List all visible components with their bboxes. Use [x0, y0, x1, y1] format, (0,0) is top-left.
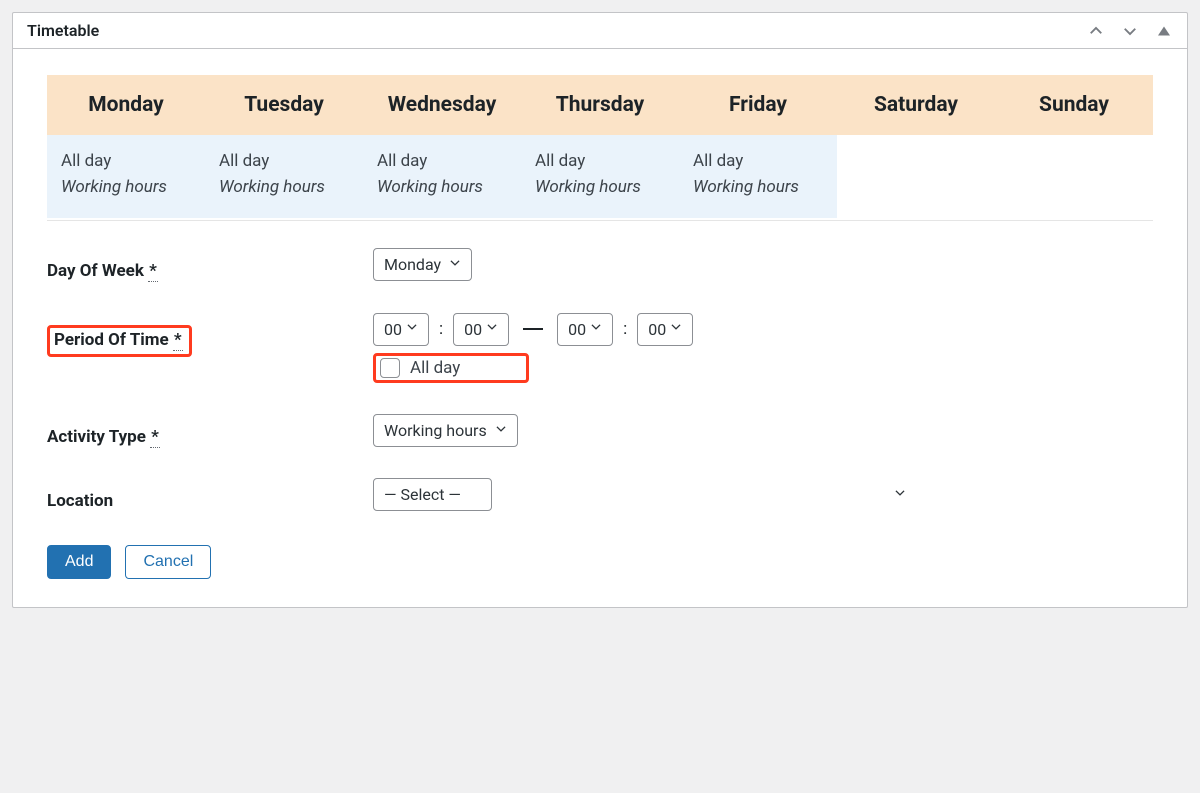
- tt-head: Monday: [47, 75, 205, 135]
- select-activity-type[interactable]: Working hours: [373, 421, 518, 440]
- timetable-grid: Monday All day Working hours Tuesday All…: [47, 75, 1153, 221]
- select-location[interactable]: — Select —: [373, 485, 917, 504]
- tt-cell-line2: Working hours: [535, 175, 665, 201]
- panel-header-controls: [1087, 22, 1173, 40]
- select-day-of-week[interactable]: Monday: [373, 255, 472, 274]
- tt-cell-line1: All day: [219, 149, 349, 175]
- select-value: Monday: [373, 248, 472, 281]
- tt-head: Tuesday: [205, 75, 363, 135]
- select-to-hour[interactable]: 00: [557, 320, 613, 339]
- label-period-of-time: Period Of Time *: [47, 319, 373, 357]
- tt-cell-line2: Working hours: [219, 175, 349, 201]
- row-activity-type: Activity Type * Working hours: [47, 421, 1153, 447]
- move-down-icon[interactable]: [1121, 22, 1139, 40]
- timetable-panel: Timetable Monday All day Working hours T…: [12, 12, 1188, 608]
- panel-header: Timetable: [13, 13, 1187, 49]
- tt-cell-line2: Working hours: [61, 175, 191, 201]
- all-day-checkbox[interactable]: [380, 358, 400, 378]
- form-buttons: Add Cancel: [47, 545, 1153, 579]
- tt-col-friday: Friday All day Working hours: [679, 75, 837, 218]
- label-location: Location: [47, 485, 373, 511]
- tt-col-saturday: Saturday: [837, 75, 995, 218]
- time-colon: :: [439, 319, 443, 339]
- tt-col-thursday: Thursday All day Working hours: [521, 75, 679, 218]
- tt-cell-empty[interactable]: [995, 135, 1153, 167]
- tt-cell[interactable]: All day Working hours: [679, 135, 837, 218]
- tt-cell-line2: Working hours: [377, 175, 507, 201]
- panel-body: Monday All day Working hours Tuesday All…: [13, 49, 1187, 607]
- time-colon: :: [623, 319, 627, 339]
- label-day-of-week: Day Of Week *: [47, 255, 373, 281]
- tt-cell-line1: All day: [693, 149, 823, 175]
- all-day-label: All day: [410, 358, 520, 378]
- tt-cell[interactable]: All day Working hours: [47, 135, 205, 218]
- row-period-of-time: Period Of Time * 00 : 00: [47, 319, 1153, 383]
- tt-head: Thursday: [521, 75, 679, 135]
- tt-cell[interactable]: All day Working hours: [363, 135, 521, 218]
- tt-col-monday: Monday All day Working hours: [47, 75, 205, 218]
- tt-head: Sunday: [995, 75, 1153, 135]
- tt-cell[interactable]: All day Working hours: [205, 135, 363, 218]
- select-to-minute[interactable]: 00: [637, 320, 693, 339]
- tt-cell-line1: All day: [61, 149, 191, 175]
- tt-col-tuesday: Tuesday All day Working hours: [205, 75, 363, 218]
- move-up-icon[interactable]: [1087, 22, 1105, 40]
- collapse-icon[interactable]: [1155, 22, 1173, 40]
- select-from-minute[interactable]: 00: [453, 320, 509, 339]
- tt-col-sunday: Sunday: [995, 75, 1153, 218]
- tt-cell-line2: Working hours: [693, 175, 823, 201]
- tt-cell[interactable]: All day Working hours: [521, 135, 679, 218]
- range-dash: [523, 328, 543, 330]
- panel-title: Timetable: [27, 21, 99, 40]
- time-range: 00 : 00 00 : 00: [373, 319, 1153, 339]
- tt-head: Saturday: [837, 75, 995, 135]
- tt-cell-empty[interactable]: [837, 135, 995, 167]
- tt-head: Friday: [679, 75, 837, 135]
- tt-cell-line1: All day: [535, 149, 665, 175]
- all-day-row: All day: [373, 353, 1153, 383]
- row-day-of-week: Day Of Week * Monday: [47, 255, 1153, 281]
- label-activity-type: Activity Type *: [47, 421, 373, 447]
- tt-cell-line1: All day: [377, 149, 507, 175]
- cancel-button[interactable]: Cancel: [125, 545, 211, 579]
- select-from-hour[interactable]: 00: [373, 320, 429, 339]
- tt-col-wednesday: Wednesday All day Working hours: [363, 75, 521, 218]
- tt-head: Wednesday: [363, 75, 521, 135]
- chevron-down-icon: [893, 484, 907, 503]
- add-button[interactable]: Add: [47, 545, 111, 579]
- row-location: Location — Select —: [47, 485, 1153, 511]
